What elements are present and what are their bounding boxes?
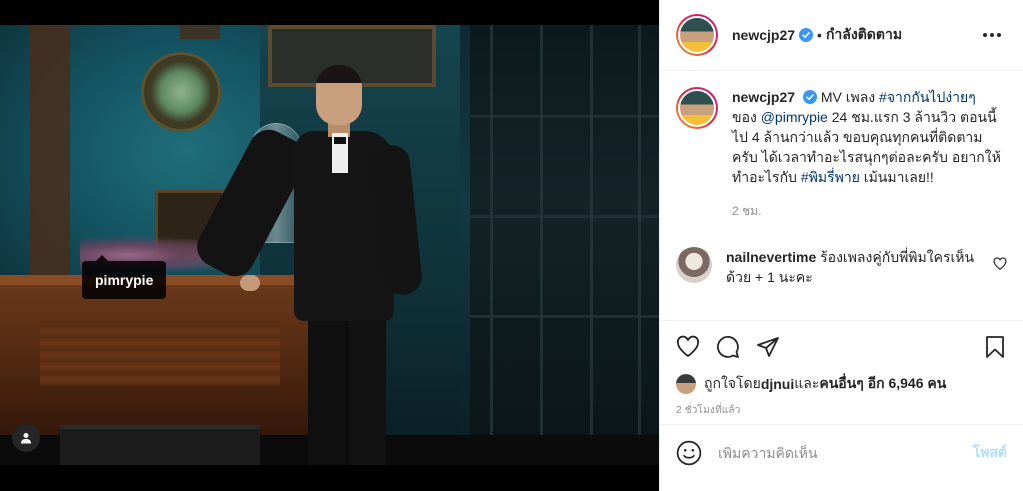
heart-icon[interactable] [676, 335, 700, 359]
post-modal: pimrypie newcjp27 • กำลังติดตาม newcjp27… [0, 0, 1023, 491]
user-icon [21, 433, 31, 444]
separator-dot: • [817, 27, 822, 43]
caption: newcjp27 MV เพลง #จากกันไปง่ายๆ ของ @pim… [676, 87, 1007, 221]
comment-composer: โพสต์ [660, 425, 1023, 481]
side-panel: newcjp27 • กำลังติดตาม newcjp27 MV เพลง … [659, 0, 1023, 491]
verified-badge-icon [799, 28, 814, 42]
caption-time[interactable]: 2 ชม. [732, 201, 1007, 221]
likes-middle: และ [794, 375, 820, 391]
comment-input[interactable] [718, 445, 973, 461]
verified-badge-icon [802, 90, 817, 104]
commenter-username[interactable]: nailnevertime [726, 249, 816, 265]
window-background [470, 25, 659, 465]
avatar[interactable] [676, 14, 718, 56]
piano-bench [60, 425, 260, 465]
hashtag-link[interactable]: #จากกันไปง่ายๆ [879, 89, 976, 105]
liker-avatar[interactable] [676, 374, 696, 394]
photo-user-tag-label: pimrypie [95, 272, 154, 288]
likes-prefix: ถูกใจโดย [704, 375, 761, 391]
others-likes-link[interactable]: คนอื่นๆ อีก 6,946 คน [819, 373, 946, 395]
comments-section[interactable]: newcjp27 MV เพลง #จากกันไปง่ายๆ ของ @pim… [660, 71, 1023, 321]
comment-icon[interactable] [716, 335, 740, 359]
header-username[interactable]: newcjp27 [732, 27, 795, 43]
like-comment-heart-icon[interactable] [993, 257, 1007, 271]
caption-text: ของ [732, 109, 761, 125]
likes-summary: ถูกใจโดย djnui และ คนอื่นๆ อีก 6,946 คน [660, 373, 1023, 395]
action-bar [660, 321, 1023, 373]
bookmark-icon[interactable] [983, 335, 1007, 359]
comment-item: nailnevertime ร้องเพลงคู่กับพี่พิมใครเห็… [676, 247, 1007, 287]
hashtag-link[interactable]: #พิมรี่พาย [801, 169, 860, 185]
liker-username[interactable]: djnui [761, 376, 794, 392]
caption-avatar[interactable] [676, 87, 718, 129]
photo-user-tag[interactable]: pimrypie [82, 255, 167, 299]
caption-text: เม้นมาเลย!! [859, 169, 934, 185]
commenter-avatar[interactable] [676, 247, 712, 283]
emoji-icon[interactable] [676, 440, 702, 466]
post-comment-button[interactable]: โพสต์ [973, 442, 1007, 464]
following-button[interactable]: กำลังติดตาม [826, 24, 902, 46]
sunburst-mirror [150, 61, 212, 123]
posted-time[interactable]: 2 ชั่วโมงที่แล้ว [660, 395, 1023, 425]
share-icon[interactable] [756, 335, 780, 359]
caption-text: MV เพลง [820, 89, 880, 105]
more-options-button[interactable] [977, 27, 1007, 43]
man-in-tuxedo [190, 65, 470, 465]
caption-username[interactable]: newcjp27 [732, 89, 795, 105]
post-header: newcjp27 • กำลังติดตาม [660, 0, 1023, 71]
tagged-users-button[interactable] [12, 424, 40, 452]
post-photo[interactable]: pimrypie [0, 0, 659, 491]
photo-scene [0, 25, 659, 465]
mention-link[interactable]: @pimrypie [761, 109, 828, 125]
more-dots-icon [983, 33, 987, 37]
